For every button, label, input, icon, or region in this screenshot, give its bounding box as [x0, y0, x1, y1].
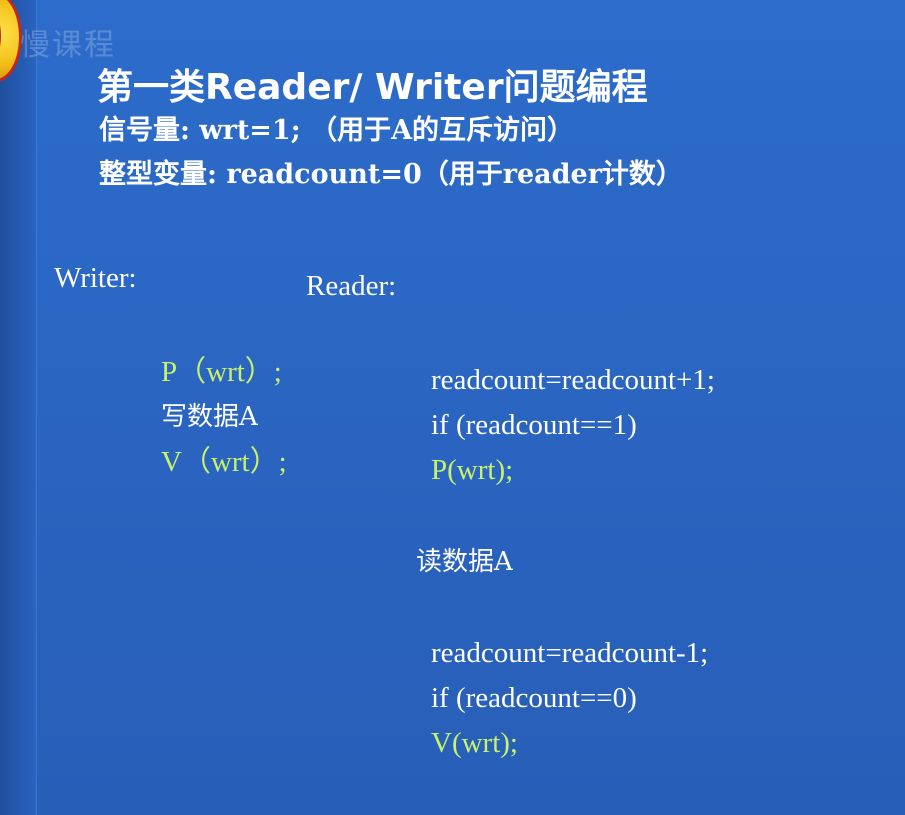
writer-line-v-wrt: V（wrt）;: [161, 446, 287, 478]
writer-line-p-wrt: P（wrt）;: [161, 356, 282, 388]
left-decorative-stripe: [0, 0, 37, 815]
reader-entry-if: if (readcount==1): [431, 409, 637, 441]
reader-exit-decrement: readcount=readcount-1;: [431, 637, 709, 669]
integer-variable-description: 整型变量: readcount=0（用于reader计数）: [99, 159, 683, 190]
slide-title: 第一类Reader/ Writer问题编程: [97, 67, 648, 108]
reader-entry-p-wrt: P(wrt);: [431, 454, 514, 486]
semaphore-description: 信号量: wrt=1; （用于A的互斥访问）: [99, 115, 575, 146]
writer-line-write-data: 写数据A: [161, 402, 258, 432]
reader-exit-v-wrt: V(wrt);: [431, 727, 518, 759]
reader-read-data: 读数据A: [416, 547, 513, 577]
reader-exit-if: if (readcount==0): [431, 682, 637, 714]
reader-entry-increment: readcount=readcount+1;: [431, 364, 715, 396]
writer-label: Writer:: [54, 262, 137, 294]
reader-label: Reader:: [306, 270, 397, 302]
slide: 慢课程 第一类Reader/ Writer问题编程 信号量: wrt=1; （用…: [0, 0, 905, 815]
logo-ring: [0, 11, 1, 61]
